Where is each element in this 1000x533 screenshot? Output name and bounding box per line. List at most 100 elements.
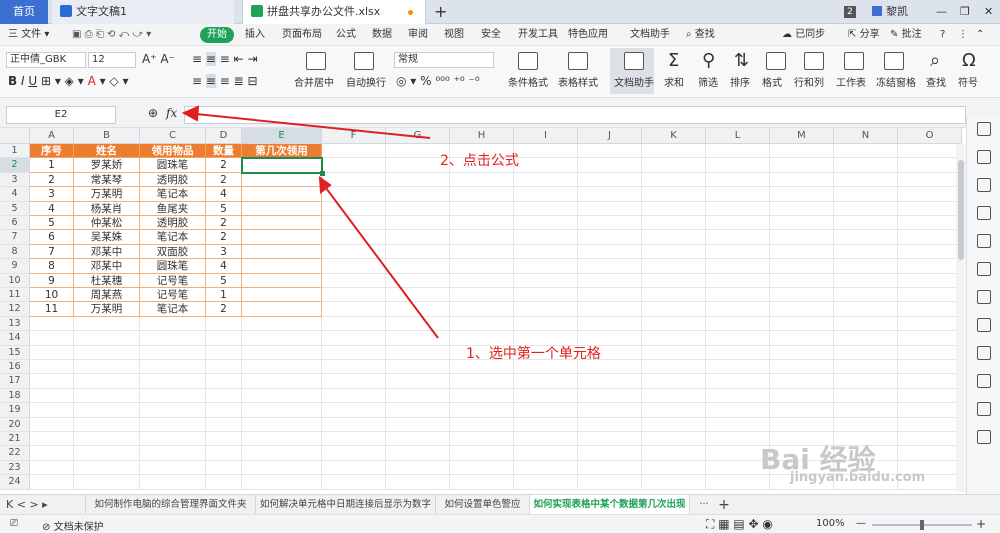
empty-cell[interactable]: [898, 172, 962, 188]
empty-cell[interactable]: [706, 345, 770, 360]
menu-tab-doc-helper[interactable]: 文档助手: [630, 24, 670, 46]
empty-cell[interactable]: [450, 216, 514, 231]
empty-cell[interactable]: [642, 288, 706, 303]
table-cell[interactable]: 邓某中: [74, 244, 140, 260]
table-cell[interactable]: 4: [30, 201, 74, 216]
empty-cell[interactable]: [386, 216, 450, 231]
empty-cell[interactable]: [642, 460, 706, 476]
row-header[interactable]: 4: [0, 187, 30, 202]
empty-cell[interactable]: [706, 403, 770, 418]
new-tab-button[interactable]: +: [434, 2, 447, 21]
empty-cell[interactable]: [30, 432, 74, 447]
empty-cell[interactable]: [642, 187, 706, 202]
empty-cell[interactable]: [450, 460, 514, 476]
empty-cell[interactable]: [322, 230, 386, 245]
table-cell[interactable]: [242, 172, 322, 188]
empty-cell[interactable]: [642, 388, 706, 404]
quick-access-icons[interactable]: ▣ ⎙ ⎗ ⟲ ⤺ ⤻ ▾: [72, 24, 151, 46]
empty-cell[interactable]: [206, 417, 242, 432]
zoom-out-button[interactable]: —: [856, 518, 866, 529]
menu-tab-view[interactable]: 视图: [444, 24, 464, 46]
column-header[interactable]: N: [834, 128, 898, 144]
table-style-button[interactable]: 表格样式: [558, 74, 598, 89]
empty-cell[interactable]: [30, 360, 74, 375]
column-header[interactable]: M: [770, 128, 834, 144]
zoom-in-button[interactable]: +: [976, 517, 986, 531]
empty-cell[interactable]: [514, 460, 578, 476]
empty-cell[interactable]: [206, 432, 242, 447]
empty-cell[interactable]: [450, 446, 514, 461]
row-header[interactable]: 19: [0, 403, 30, 418]
compass-icon[interactable]: [977, 402, 991, 416]
empty-cell[interactable]: [578, 288, 642, 303]
empty-cell[interactable]: [898, 360, 962, 375]
empty-cell[interactable]: [578, 172, 642, 188]
empty-cell[interactable]: [706, 144, 770, 159]
empty-cell[interactable]: [770, 201, 834, 216]
empty-cell[interactable]: [770, 316, 834, 332]
table-cell[interactable]: 圆珠笔: [140, 259, 206, 274]
empty-cell[interactable]: [770, 230, 834, 245]
empty-cell[interactable]: [642, 331, 706, 346]
sort-button[interactable]: 排序: [730, 74, 750, 89]
empty-cell[interactable]: [898, 403, 962, 418]
table-cell[interactable]: 2: [206, 216, 242, 231]
empty-cell[interactable]: [642, 446, 706, 461]
empty-cell[interactable]: [322, 302, 386, 317]
empty-cell[interactable]: [834, 158, 898, 173]
empty-cell[interactable]: [514, 244, 578, 260]
empty-cell[interactable]: [642, 403, 706, 418]
empty-cell[interactable]: [834, 345, 898, 360]
table-cell[interactable]: 杜某穗: [74, 273, 140, 288]
empty-cell[interactable]: [706, 244, 770, 260]
empty-cell[interactable]: [140, 360, 206, 375]
empty-cell[interactable]: [206, 360, 242, 375]
empty-cell[interactable]: [898, 316, 962, 332]
empty-cell[interactable]: [322, 216, 386, 231]
empty-cell[interactable]: [386, 432, 450, 447]
empty-cell[interactable]: [386, 417, 450, 432]
table-header-cell[interactable]: 序号: [30, 144, 74, 159]
empty-cell[interactable]: [242, 345, 322, 360]
empty-cell[interactable]: [770, 331, 834, 346]
empty-cell[interactable]: [206, 345, 242, 360]
empty-cell[interactable]: [514, 259, 578, 274]
empty-cell[interactable]: [386, 403, 450, 418]
empty-cell[interactable]: [706, 302, 770, 317]
empty-cell[interactable]: [514, 158, 578, 173]
empty-cell[interactable]: [322, 187, 386, 202]
empty-cell[interactable]: [386, 374, 450, 389]
empty-cell[interactable]: [898, 302, 962, 317]
table-cell[interactable]: 万某明: [74, 302, 140, 317]
table-header-cell[interactable]: 第几次领用: [242, 144, 322, 159]
table-cell[interactable]: 圆珠笔: [140, 158, 206, 173]
empty-cell[interactable]: [770, 216, 834, 231]
table-cell[interactable]: 4: [206, 187, 242, 202]
table-cell[interactable]: [242, 201, 322, 216]
column-header[interactable]: L: [706, 128, 770, 144]
empty-cell[interactable]: [450, 172, 514, 188]
empty-cell[interactable]: [834, 259, 898, 274]
empty-cell[interactable]: [770, 360, 834, 375]
help-button[interactable]: ?: [940, 24, 945, 46]
menu-tab-review[interactable]: 审阅: [408, 24, 428, 46]
table-cell[interactable]: [242, 273, 322, 288]
empty-cell[interactable]: [898, 144, 962, 159]
table-cell[interactable]: 8: [30, 259, 74, 274]
empty-cell[interactable]: [450, 302, 514, 317]
empty-cell[interactable]: [242, 475, 322, 490]
number-format-buttons[interactable]: ◎ ▾ % ⁰⁰⁰ ⁺⁰ ⁻⁰: [396, 74, 480, 88]
empty-cell[interactable]: [242, 432, 322, 447]
table-cell[interactable]: 笔记本: [140, 187, 206, 202]
table-cell[interactable]: 2: [206, 230, 242, 245]
table-header-cell[interactable]: 姓名: [74, 144, 140, 159]
empty-cell[interactable]: [242, 388, 322, 404]
table-cell[interactable]: 11: [30, 302, 74, 317]
menu-tab-insert[interactable]: 插入: [245, 24, 265, 46]
empty-cell[interactable]: [140, 403, 206, 418]
row-header[interactable]: 5: [0, 201, 30, 216]
empty-cell[interactable]: [74, 446, 140, 461]
empty-cell[interactable]: [322, 446, 386, 461]
empty-cell[interactable]: [706, 158, 770, 173]
column-header[interactable]: J: [578, 128, 642, 144]
